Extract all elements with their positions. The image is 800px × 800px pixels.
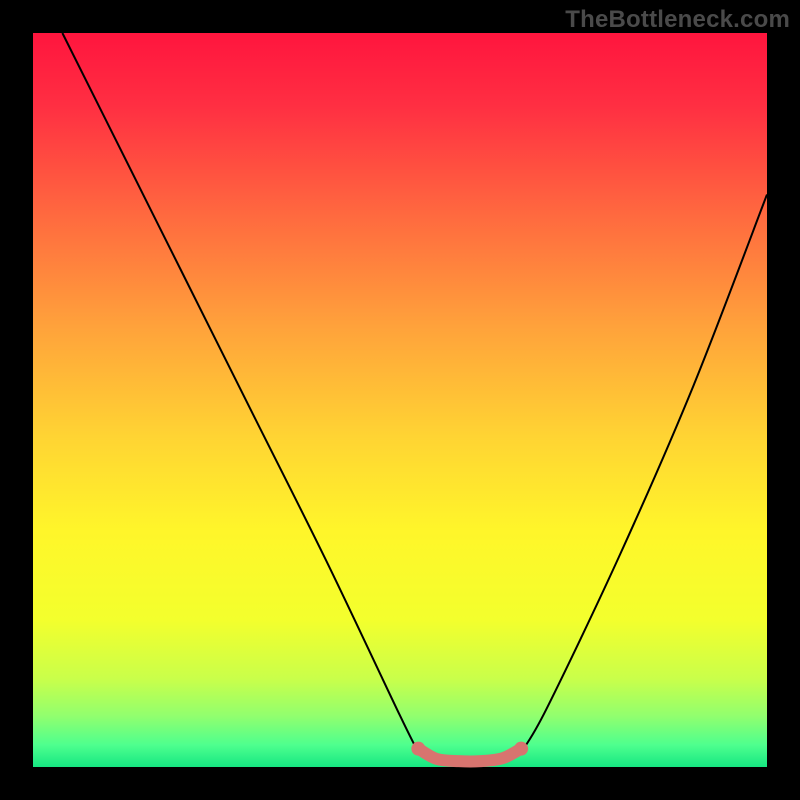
plot-area: [33, 33, 767, 767]
chart-frame: TheBottleneck.com: [0, 0, 800, 800]
watermark-text: TheBottleneck.com: [565, 6, 790, 34]
